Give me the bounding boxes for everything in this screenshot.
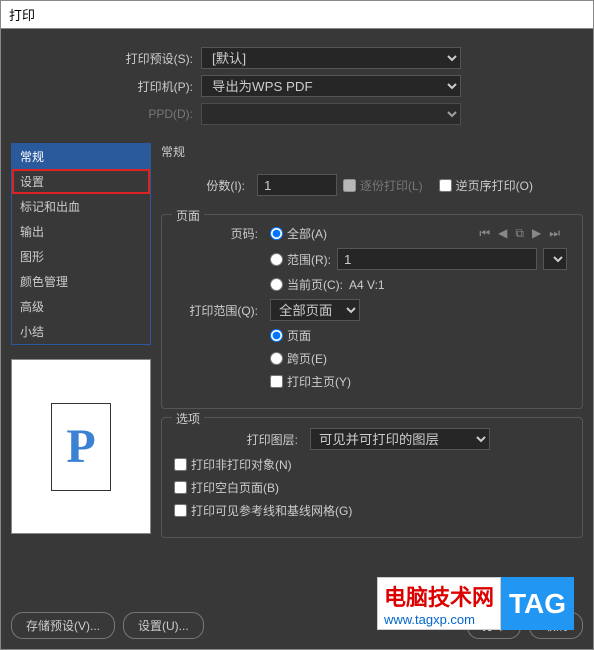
range-input[interactable] xyxy=(337,248,537,270)
pages-all-radio[interactable]: 全部(A) xyxy=(270,225,327,242)
section-title: 常规 xyxy=(161,143,583,160)
print-button[interactable]: 打印 xyxy=(467,612,521,639)
current-page-info: A4 V:1 xyxy=(349,278,385,292)
spread-icon[interactable]: ⧉ xyxy=(515,226,524,241)
ppd-select xyxy=(201,103,461,125)
sidebar-item-advanced[interactable]: 高级 xyxy=(12,294,150,319)
printer-label: 打印机(P): xyxy=(11,78,201,95)
last-page-icon[interactable]: ⏭ xyxy=(549,226,560,241)
sidebar-item-output[interactable]: 输出 xyxy=(12,219,150,244)
copies-input[interactable] xyxy=(257,174,337,196)
window-title: 打印 xyxy=(1,1,593,29)
scope-select[interactable]: 全部页面 xyxy=(270,299,360,321)
options-group: 选项 打印图层: 可见并可打印的图层 打印非打印对象(N) 打印空白页面(B) … xyxy=(161,417,583,538)
layers-select[interactable]: 可见并可打印的图层 xyxy=(310,428,490,450)
copies-label: 份数(I): xyxy=(161,177,251,194)
pages-current-radio[interactable]: 当前页(C): xyxy=(270,276,343,293)
nonprint-checkbox[interactable]: 打印非打印对象(N) xyxy=(174,456,292,473)
options-group-label: 选项 xyxy=(172,410,204,427)
setup-button[interactable]: 设置(U)... xyxy=(123,612,204,639)
pages-group-label: 页面 xyxy=(172,207,204,224)
preset-label: 打印预设(S): xyxy=(11,50,201,67)
sidebar-list: 常规 设置 标记和出血 输出 图形 颜色管理 高级 小结 xyxy=(11,143,151,345)
reverse-checkbox[interactable]: 逆页序打印(O) xyxy=(439,177,533,194)
blank-checkbox[interactable]: 打印空白页面(B) xyxy=(174,479,279,496)
sidebar-item-graphics[interactable]: 图形 xyxy=(12,244,150,269)
page-radio[interactable]: 页面 xyxy=(270,327,311,344)
next-page-icon[interactable]: ▶ xyxy=(532,226,541,241)
printer-select[interactable]: 导出为WPS PDF xyxy=(201,75,461,97)
page-nav: ⏮ ◀ ⧉ ▶ ⏭ xyxy=(479,226,570,241)
layers-label: 打印图层: xyxy=(174,431,304,448)
content-panel: 常规 份数(I): 逐份打印(L) 逆页序打印(O) 页面 页码: 全部(A) … xyxy=(161,143,583,600)
first-page-icon[interactable]: ⏮ xyxy=(479,226,490,241)
sidebar-item-marks[interactable]: 标记和出血 xyxy=(12,194,150,219)
preset-select[interactable]: [默认] xyxy=(201,47,461,69)
spread-radio[interactable]: 跨页(E) xyxy=(270,350,327,367)
sidebar: 常规 设置 标记和出血 输出 图形 颜色管理 高级 小结 P xyxy=(11,143,151,600)
collate-checkbox: 逐份打印(L) xyxy=(343,177,423,194)
save-preset-button[interactable]: 存储预设(V)... xyxy=(11,612,115,639)
scope-label: 打印范围(Q): xyxy=(174,302,264,319)
guides-checkbox[interactable]: 打印可见参考线和基线网格(G) xyxy=(174,502,352,519)
sidebar-item-setup[interactable]: 设置 xyxy=(12,169,150,194)
prev-page-icon[interactable]: ◀ xyxy=(498,226,507,241)
preview-glyph: P xyxy=(51,403,111,491)
top-fields: 打印预设(S): [默认] 打印机(P): 导出为WPS PDF PPD(D): xyxy=(11,39,583,143)
ppd-label: PPD(D): xyxy=(11,107,201,121)
sidebar-item-general[interactable]: 常规 xyxy=(12,144,150,169)
page-preview: P xyxy=(11,359,151,534)
pages-range-radio[interactable]: 范围(R): xyxy=(270,251,331,268)
range-dropdown[interactable] xyxy=(543,248,567,270)
pages-group: 页面 页码: 全部(A) ⏮ ◀ ⧉ ▶ ⏭ xyxy=(161,214,583,409)
sidebar-item-summary[interactable]: 小结 xyxy=(12,319,150,344)
bottom-buttons: 存储预设(V)... 设置(U)... 打印 取消 xyxy=(11,600,583,639)
cancel-button[interactable]: 取消 xyxy=(529,612,583,639)
page-number-label: 页码: xyxy=(174,225,264,242)
sidebar-item-color[interactable]: 颜色管理 xyxy=(12,269,150,294)
print-master-checkbox[interactable]: 打印主页(Y) xyxy=(270,373,351,390)
